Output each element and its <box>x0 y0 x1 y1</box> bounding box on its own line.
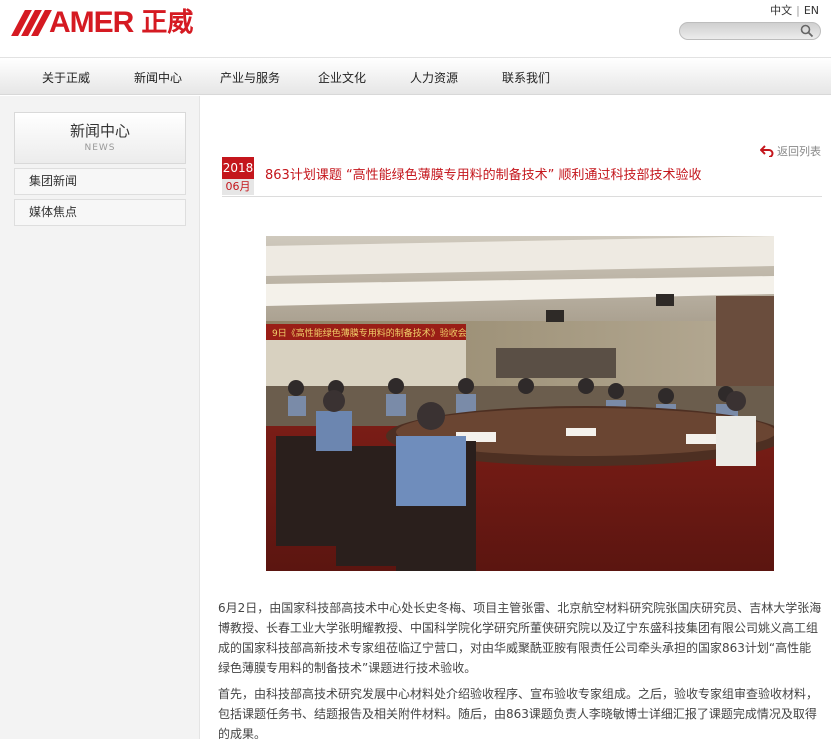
date-badge: 2018 06月 <box>222 157 254 195</box>
date-year: 2018 <box>222 157 254 179</box>
sidebar-item-media-focus[interactable]: 媒体焦点 <box>14 199 186 226</box>
nav-item-about[interactable]: 关于正威 <box>20 69 112 86</box>
nav-item-culture[interactable]: 企业文化 <box>296 69 388 86</box>
date-month: 06月 <box>222 179 254 195</box>
logo-mark-icon <box>11 10 52 36</box>
sidebar-header: 新闻中心 NEWS <box>14 112 186 164</box>
logo-chinese-name: 正威 <box>141 8 194 38</box>
article-title: 863计划课题 “高性能绿色薄膜专用料的制备技术” 顺利通过科技部技术验收 <box>265 168 702 183</box>
nav-item-industry[interactable]: 产业与服务 <box>204 69 296 86</box>
search-icon[interactable] <box>800 24 814 38</box>
sidebar-subtitle: NEWS <box>84 143 116 153</box>
back-arrow-icon <box>760 145 774 157</box>
banner-text: 9日《高性能绿色薄膜专用料的制备技术》验收会 <box>272 327 467 339</box>
sidebar-title: 新闻中心 <box>69 122 130 140</box>
nav-item-hr[interactable]: 人力资源 <box>388 69 480 86</box>
sidebar: 新闻中心 NEWS 集团新闻 媒体焦点 <box>14 112 186 226</box>
nav-item-contact[interactable]: 联系我们 <box>480 69 572 86</box>
lang-separator: | <box>796 4 800 17</box>
lang-chinese-link[interactable]: 中文 <box>770 4 792 17</box>
article-photo: 9日《高性能绿色薄膜专用料的制备技术》验收会 <box>266 236 774 571</box>
sidebar-item-group-news[interactable]: 集团新闻 <box>14 168 186 195</box>
article-paragraph: 首先，由科技部高技术研究发展中心材料处介绍验收程序、宣布验收专家组成。之后，验收… <box>218 687 819 739</box>
article-paragraph: 6月2日，由国家科技部高技术中心处长史冬梅、项目主管张雷、北京航空材料研究院张国… <box>218 601 822 675</box>
article-header: 2018 06月 863计划课题 “高性能绿色薄膜专用料的制备技术” 顺利通过科… <box>222 157 822 197</box>
search-input[interactable] <box>688 23 806 39</box>
company-logo[interactable]: AMER 正威 <box>11 6 194 40</box>
nav-item-news[interactable]: 新闻中心 <box>112 69 204 86</box>
main-nav: 关于正威 新闻中心 产业与服务 企业文化 人力资源 联系我们 <box>0 57 831 95</box>
site-header: AMER 正威 中文 | EN <box>0 0 831 56</box>
language-switcher: 中文 | EN <box>770 2 819 18</box>
lang-english-link[interactable]: EN <box>804 4 819 17</box>
search-box <box>679 22 821 40</box>
logo-text: AMER <box>49 6 134 39</box>
